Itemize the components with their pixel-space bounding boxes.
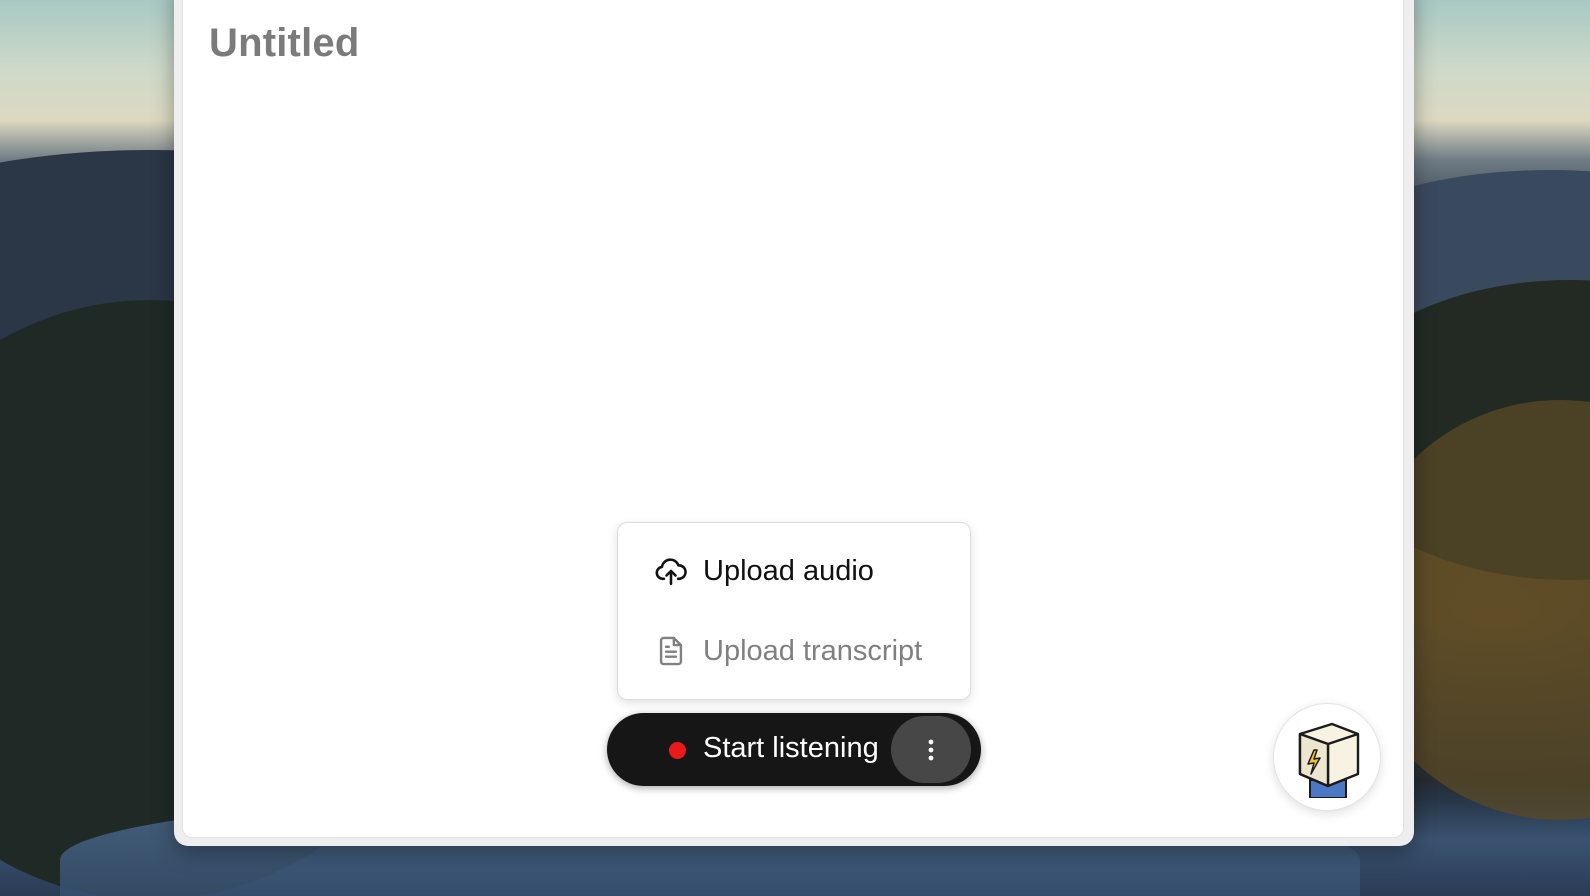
- note-editor[interactable]: Untitled Upload audio Upload transcript …: [182, 0, 1404, 838]
- upload-menu: Upload audio Upload transcript: [617, 522, 971, 700]
- app-window: Untitled Upload audio Upload transcript …: [174, 0, 1414, 846]
- document-icon: [659, 636, 683, 666]
- more-vertical-icon: [928, 739, 934, 761]
- upload-transcript-label: Upload transcript: [703, 634, 923, 667]
- upload-audio-menu-item[interactable]: Upload audio: [618, 539, 970, 603]
- cloud-upload-icon: [655, 558, 687, 586]
- start-listening-label: Start listening: [703, 732, 879, 764]
- assistant-cube-avatar-icon: [1298, 722, 1360, 798]
- upload-audio-label: Upload audio: [703, 554, 874, 587]
- assistant-button[interactable]: [1273, 703, 1381, 811]
- document-title[interactable]: Untitled: [209, 21, 359, 66]
- more-options-button[interactable]: [891, 716, 971, 783]
- start-listening-button[interactable]: Start listening: [607, 713, 981, 786]
- record-dot-icon: [669, 742, 686, 759]
- upload-transcript-menu-item[interactable]: Upload transcript: [618, 619, 970, 683]
